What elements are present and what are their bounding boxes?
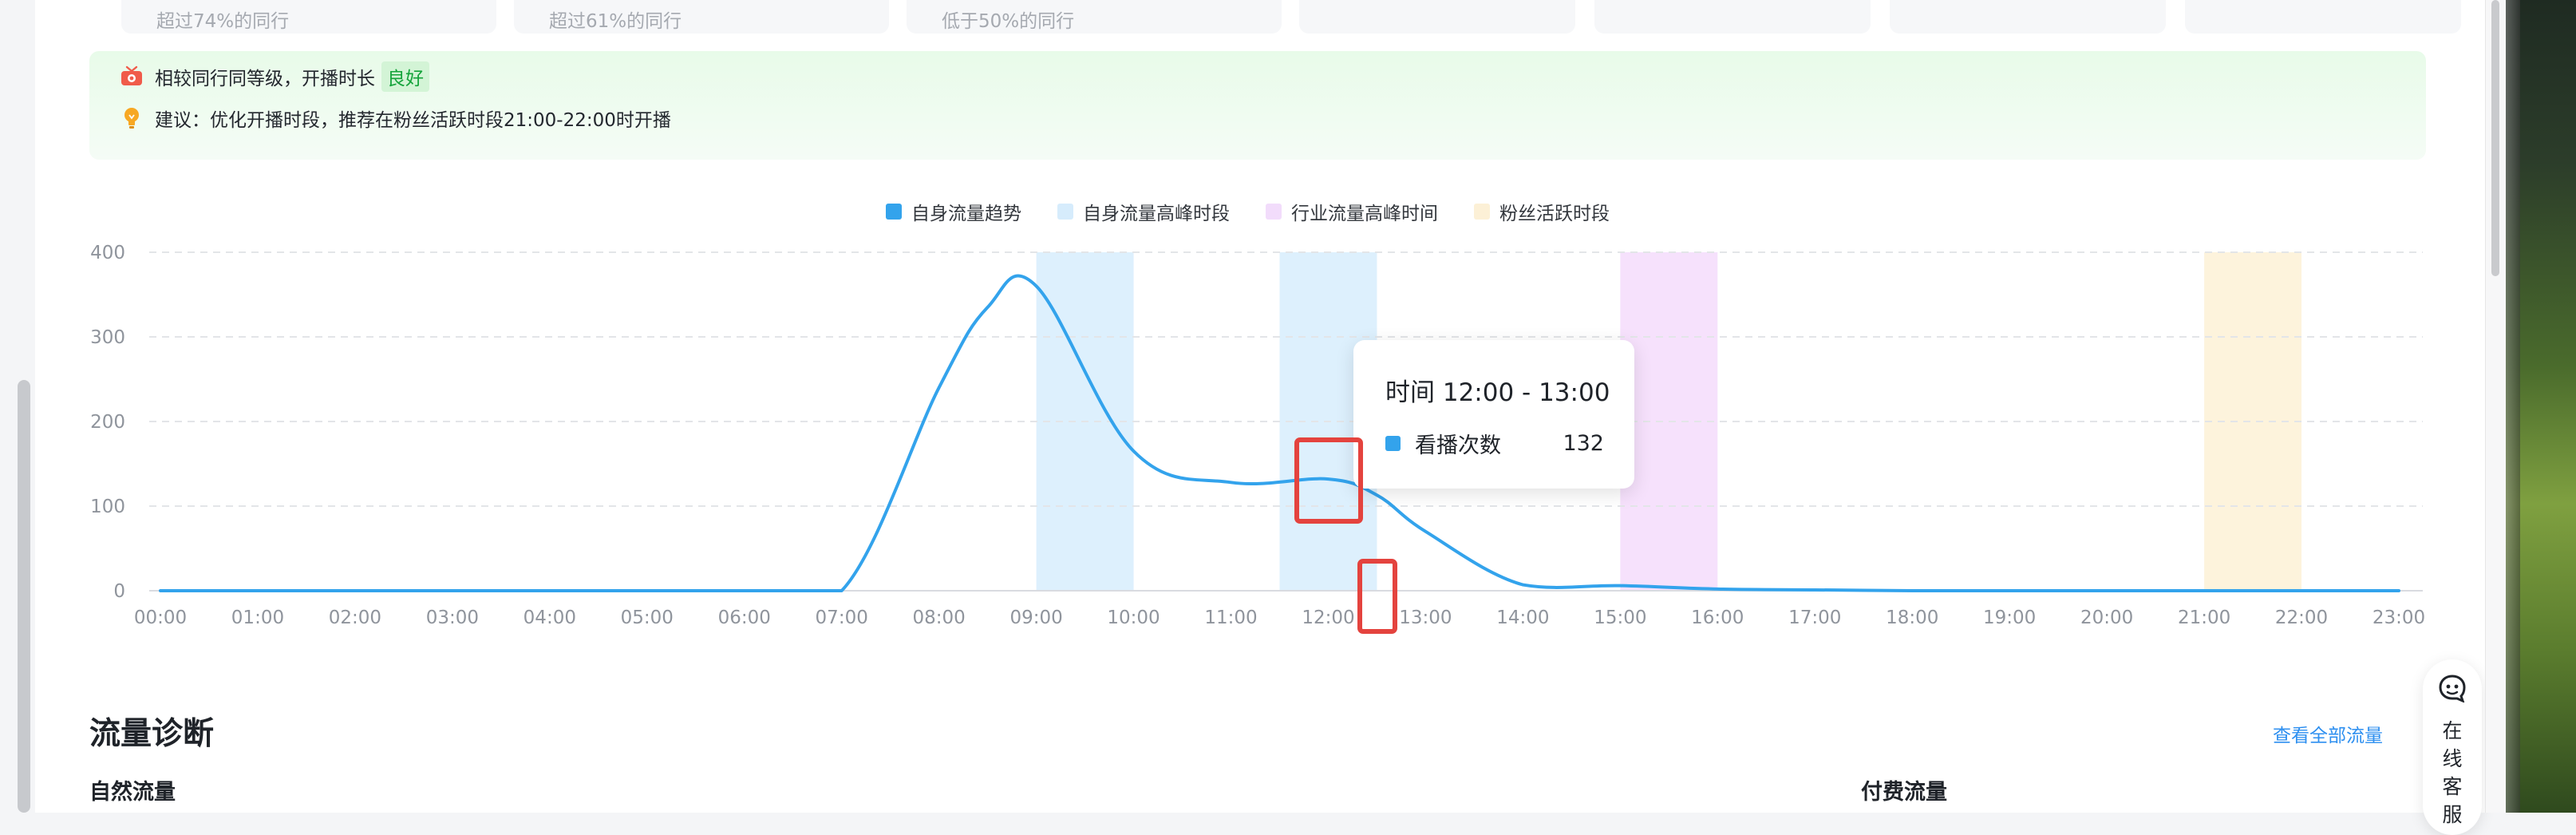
section-title: 流量诊断: [89, 709, 214, 754]
highlight-marker: [1294, 437, 1363, 524]
x-tick-label: 06:00: [718, 607, 771, 628]
legend-item-trend[interactable]: 自身流量趋势: [886, 198, 1021, 225]
legend-swatch: [1474, 204, 1490, 220]
metric-card: 超过74%的同行: [121, 0, 496, 34]
x-tick-label: 19:00: [1983, 607, 2036, 628]
metric-card-text: 低于50%的同行: [942, 10, 1074, 34]
metric-card: [1299, 0, 1575, 34]
x-tick-label: 18:00: [1886, 607, 1938, 628]
x-tick-label: 17:00: [1788, 607, 1841, 628]
tooltip-row: 看播次数 132: [1385, 428, 1604, 459]
legend-item-industry-peak[interactable]: 行业流量高峰时间: [1266, 198, 1438, 225]
online-service-button[interactable]: 在 线 客 服: [2423, 659, 2482, 835]
legend-label: 粉丝活跃时段: [1499, 198, 1610, 225]
diagnosis-notice: 相较同行同等级，开播时长 良好 建议：优化开播时段，推荐在粉丝活跃时段21:00…: [89, 51, 2426, 160]
y-tick-label: 400: [90, 243, 125, 263]
live-camera-icon: [120, 65, 144, 89]
y-tick-label: 300: [90, 327, 125, 348]
notice-row-duration: 相较同行同等级，开播时长 良好: [120, 61, 429, 93]
tooltip-title: 时间 12:00 - 13:00: [1385, 372, 1610, 408]
metric-card: [2185, 0, 2461, 34]
right-scrollbar-thumb[interactable]: [2491, 0, 2499, 276]
left-scrollbar-thumb[interactable]: [18, 380, 30, 813]
natural-traffic-label: 自然流量: [89, 774, 176, 805]
x-tick-label: 05:00: [621, 607, 674, 628]
x-tick-label: 07:00: [816, 607, 868, 628]
service-char: 服: [2423, 801, 2482, 829]
good-badge: 良好: [381, 61, 429, 92]
x-tick-label: 22:00: [2275, 607, 2328, 628]
x-tick-label: 01:00: [231, 607, 284, 628]
legend-item-self-peak[interactable]: 自身流量高峰时段: [1057, 198, 1230, 225]
service-char: 在: [2423, 717, 2482, 745]
x-tick-label: 15:00: [1594, 607, 1646, 628]
x-tick-label: 23:00: [2373, 607, 2425, 628]
legend-swatch: [1057, 204, 1073, 220]
legend-label: 自身流量高峰时段: [1083, 198, 1230, 225]
legend-label: 行业流量高峰时间: [1291, 198, 1438, 225]
tooltip-value: 132: [1563, 431, 1604, 456]
metric-card: 超过61%的同行: [514, 0, 889, 34]
x-tick-label: 12:00: [1302, 607, 1354, 628]
x-tick-label: 11:00: [1204, 607, 1257, 628]
legend-label: 自身流量趋势: [911, 198, 1021, 225]
notice-duration-text: 相较同行同等级，开播时长: [155, 63, 375, 90]
metric-card: 低于50%的同行: [907, 0, 1282, 34]
tooltip-swatch: [1385, 436, 1401, 451]
x-tick-label: 20:00: [2080, 607, 2133, 628]
metric-card: [1890, 0, 2166, 34]
x-tick-label: 00:00: [134, 607, 187, 628]
service-char: 线: [2423, 745, 2482, 773]
chart-legend: 自身流量趋势 自身流量高峰时段 行业流量高峰时间 粉丝活跃时段: [886, 197, 1646, 226]
service-char: 客: [2423, 773, 2482, 801]
x-tick-label: 04:00: [523, 607, 576, 628]
x-tick-label: 16:00: [1691, 607, 1744, 628]
view-all-traffic-link[interactable]: 查看全部流量: [2273, 720, 2383, 747]
chart-tooltip: 时间 12:00 - 13:00 看播次数 132: [1353, 340, 1634, 489]
legend-item-fans-active[interactable]: 粉丝活跃时段: [1474, 198, 1610, 225]
x-tick-label: 09:00: [1009, 607, 1062, 628]
x-tick-label: 13:00: [1399, 607, 1452, 628]
main-panel: 超过74%的同行 超过61%的同行 低于50%的同行 相较同行同等级，开播时长 …: [35, 0, 2485, 813]
y-tick-label: 200: [90, 412, 125, 433]
lightbulb-icon: [120, 106, 144, 130]
x-tick-label: 21:00: [2178, 607, 2230, 628]
notice-row-suggestion: 建议：优化开播时段，推荐在粉丝活跃时段21:00-22:00时开播: [120, 102, 671, 134]
x-tick-label: 10:00: [1107, 607, 1160, 628]
paid-traffic-label: 付费流量: [1861, 774, 1947, 805]
desktop-wallpaper: [2506, 0, 2576, 813]
metric-card: [1594, 0, 1871, 34]
y-tick-label: 100: [90, 497, 125, 517]
x-tick-label: 02:00: [329, 607, 381, 628]
x-tick-label: 08:00: [913, 607, 966, 628]
metric-card-text: 超过61%的同行: [549, 10, 682, 34]
chat-bubble-icon: [2438, 674, 2467, 702]
tooltip-series-label: 看播次数: [1415, 428, 1501, 459]
notice-suggestion-text: 建议：优化开播时段，推荐在粉丝活跃时段21:00-22:00时开播: [155, 105, 671, 132]
traffic-trend-chart[interactable]: 0 100 200 300 400 00:00 01:00 02:00 03:00 04:00 05…: [35, 232, 2485, 647]
metric-card-text: 超过74%的同行: [156, 10, 289, 34]
highlight-marker: [1357, 559, 1397, 634]
y-tick-label: 0: [113, 581, 125, 602]
x-tick-label: 14:00: [1496, 607, 1549, 628]
legend-swatch: [886, 204, 902, 220]
online-service-text: 在 线 客 服: [2423, 717, 2482, 829]
x-tick-label: 03:00: [426, 607, 479, 628]
legend-swatch: [1266, 204, 1282, 220]
